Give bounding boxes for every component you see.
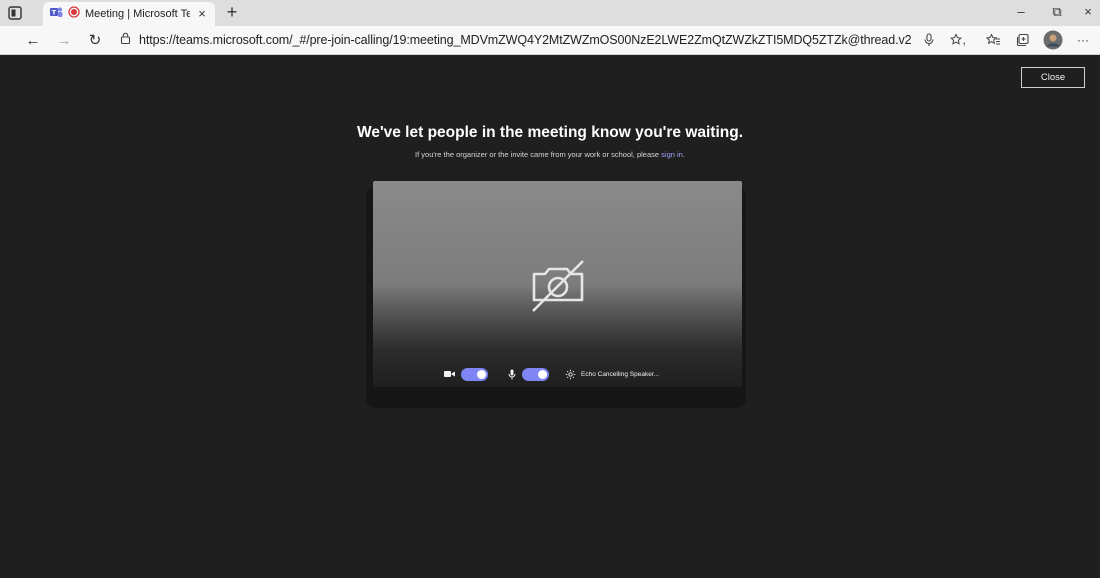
signin-prompt-end: .: [682, 150, 685, 159]
url-text[interactable]: https://teams.microsoft.com/_#/pre-join-…: [139, 33, 912, 47]
close-button[interactable]: Close: [1021, 67, 1085, 88]
collections-icon[interactable]: [1012, 29, 1034, 51]
refresh-button[interactable]: ↻: [84, 29, 106, 51]
device-controls: Echo Cancelling Speaker...: [444, 366, 659, 382]
recording-indicator-icon: [68, 5, 80, 23]
svg-text:+: +: [962, 41, 965, 47]
svg-text:T: T: [52, 8, 57, 16]
signin-prompt: If you're the organizer or the invite ca…: [0, 150, 1100, 159]
forward-button[interactable]: →: [53, 29, 75, 51]
minimize-button[interactable]: –: [1003, 0, 1039, 26]
camera-toggle-knob: [477, 369, 486, 379]
microphone-icon: [508, 369, 516, 380]
tab-strip: T Meeting | Microsoft Teams × + – ⧉ ×: [0, 0, 1100, 26]
back-button[interactable]: ←: [22, 29, 44, 51]
sign-in-link[interactable]: sign in: [661, 150, 683, 159]
browser-toolbar: ← → ↻ https://teams.microsoft.com/_#/pre…: [0, 26, 1100, 55]
camera-toggle[interactable]: [461, 367, 488, 381]
microphone-permission-icon[interactable]: [918, 29, 940, 51]
camera-off-icon: [529, 258, 587, 312]
window-close-button[interactable]: ×: [1070, 0, 1100, 26]
signin-prompt-text: If you're the organizer or the invite ca…: [415, 150, 662, 159]
more-menu-icon[interactable]: ···: [1072, 29, 1094, 51]
tab-title: Meeting | Microsoft Teams: [85, 8, 190, 20]
active-tab[interactable]: T Meeting | Microsoft Teams ×: [43, 2, 215, 26]
microphone-toggle[interactable]: [522, 367, 549, 381]
favorites-icon[interactable]: [982, 29, 1004, 51]
add-favorite-icon[interactable]: +: [946, 29, 968, 51]
microphone-toggle-knob: [538, 369, 547, 379]
tab-close-icon[interactable]: ×: [195, 7, 209, 21]
device-settings-icon[interactable]: [565, 369, 576, 380]
profile-avatar-icon[interactable]: [1042, 29, 1064, 51]
teams-logo-icon: T: [49, 5, 63, 24]
tab-actions-icon[interactable]: [6, 4, 24, 22]
lock-icon: [120, 31, 131, 49]
new-tab-button[interactable]: +: [221, 2, 243, 24]
waiting-heading: We've let people in the meeting know you…: [356, 124, 744, 141]
video-camera-icon: [444, 370, 455, 378]
address-bar[interactable]: https://teams.microsoft.com/_#/pre-join-…: [110, 28, 912, 52]
audio-device-label[interactable]: Echo Cancelling Speaker...: [581, 371, 659, 378]
